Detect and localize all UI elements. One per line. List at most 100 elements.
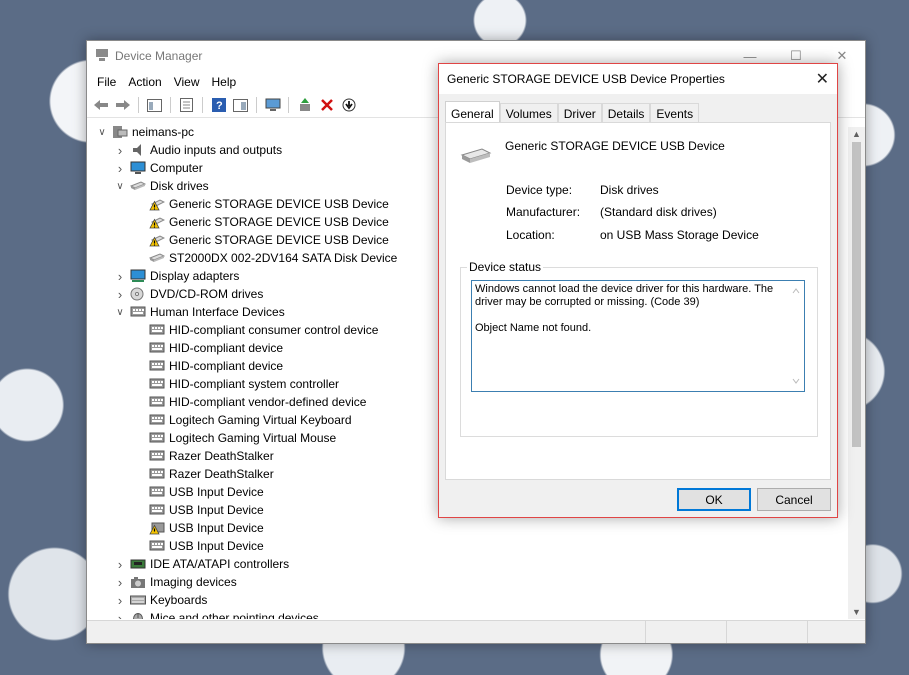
controller-icon [130, 557, 146, 571]
status-bar [87, 620, 865, 643]
device-status-group: Device status Windows cannot load the de… [460, 260, 818, 437]
tree-device[interactable]: Razer DeathStalker [145, 465, 274, 483]
scrollbar-thumb[interactable] [852, 142, 861, 447]
warning-disk-icon [149, 215, 165, 229]
chevron-right-icon[interactable]: › [114, 269, 126, 284]
chevron-right-icon[interactable]: › [114, 143, 126, 158]
tree-category[interactable]: › IDE ATA/ATAPI controllers [114, 555, 289, 573]
properties-dialog: Generic STORAGE DEVICE USB Device Proper… [438, 63, 838, 518]
display-adapter-icon [130, 269, 146, 283]
tree-item-label: Razer DeathStalker [169, 449, 274, 463]
tree-device[interactable]: Generic STORAGE DEVICE USB Device [145, 231, 389, 249]
download-icon[interactable] [339, 96, 358, 114]
cancel-button[interactable]: Cancel [757, 488, 831, 511]
tree-device[interactable]: HID-compliant device [145, 357, 283, 375]
hid-icon [149, 449, 165, 463]
svg-text:?: ? [216, 100, 223, 112]
tree-device[interactable]: USB Input Device [145, 519, 264, 537]
window-title: Device Manager [115, 49, 203, 63]
tree-device[interactable]: Generic STORAGE DEVICE USB Device [145, 213, 389, 231]
tree-device[interactable]: Logitech Gaming Virtual Keyboard [145, 411, 352, 429]
dialog-title-bar[interactable]: Generic STORAGE DEVICE USB Device Proper… [439, 64, 837, 94]
scroll-down-icon[interactable]: ▼ [848, 605, 865, 619]
device-name: Generic STORAGE DEVICE USB Device [505, 139, 725, 153]
forward-arrow-icon[interactable] [113, 96, 132, 114]
tree-category[interactable]: ∨ Disk drives [114, 177, 209, 195]
chevron-right-icon[interactable]: › [114, 161, 126, 176]
toolbar-separator [170, 97, 171, 113]
tree-device[interactable]: ST2000DX 002-2DV164 SATA Disk Device [145, 249, 397, 267]
dialog-close-icon[interactable]: ✕ [816, 69, 829, 89]
tree-item-label: IDE ATA/ATAPI controllers [150, 557, 290, 571]
tree-item-label: Display adapters [150, 269, 240, 283]
tree-item-label: Audio inputs and outputs [150, 143, 283, 157]
hid-icon [149, 377, 165, 391]
tree-item-label: ST2000DX 002-2DV164 SATA Disk Device [169, 251, 398, 265]
tree-item-label: USB Input Device [169, 539, 264, 553]
computer-icon [112, 125, 128, 139]
warning-disk-icon [149, 233, 165, 247]
tree-device[interactable]: HID-compliant consumer control device [145, 321, 378, 339]
tree-device[interactable]: USB Input Device [145, 483, 264, 501]
status-message-detail: Object Name not found. [475, 322, 592, 334]
tree-category[interactable]: › Computer [114, 159, 203, 177]
device-type-value: Disk drives [600, 183, 659, 197]
tree-category[interactable]: › Audio inputs and outputs [114, 141, 282, 159]
dvd-icon [130, 287, 146, 301]
tree-category[interactable]: › DVD/CD-ROM drives [114, 285, 264, 303]
help-icon[interactable]: ? [209, 96, 228, 114]
back-arrow-icon[interactable] [91, 96, 110, 114]
tree-category[interactable]: ∨ Human Interface Devices [114, 303, 284, 321]
ok-button[interactable]: OK [677, 488, 751, 511]
tree-device[interactable]: HID-compliant vendor-defined device [145, 393, 366, 411]
menu-file[interactable]: File [91, 75, 122, 89]
tree-category[interactable]: › Mice and other pointing devices [114, 609, 319, 619]
hid-icon [149, 395, 165, 409]
tree-device[interactable]: USB Input Device [145, 501, 264, 519]
chevron-right-icon[interactable]: › [114, 611, 126, 620]
tree-device[interactable]: HID-compliant system controller [145, 375, 339, 393]
device-status-text[interactable]: Windows cannot load the device driver fo… [471, 280, 805, 392]
hid-icon [149, 539, 165, 553]
chevron-down-icon[interactable]: ∨ [114, 307, 126, 318]
chevron-down-icon[interactable]: ∨ [114, 181, 126, 192]
location-value: on USB Mass Storage Device [600, 228, 759, 242]
show-hide-tree-icon[interactable] [145, 96, 164, 114]
tree-item-label: Disk drives [150, 179, 209, 193]
menu-action[interactable]: Action [122, 75, 167, 89]
status-scrollbar[interactable] [788, 281, 804, 391]
scan-hardware-icon[interactable] [263, 96, 282, 114]
tree-category[interactable]: › Display adapters [114, 267, 240, 285]
chevron-right-icon[interactable]: › [114, 575, 126, 590]
tree-device[interactable]: Razer DeathStalker [145, 447, 274, 465]
uninstall-icon[interactable] [317, 96, 336, 114]
tree-category[interactable]: › Imaging devices [114, 573, 237, 591]
mouse-icon [130, 611, 146, 619]
tree-device[interactable]: Generic STORAGE DEVICE USB Device [145, 195, 389, 213]
menu-help[interactable]: Help [206, 75, 243, 89]
tree-device[interactable]: USB Input Device [145, 537, 264, 555]
disk-drive-icon [460, 147, 492, 168]
chevron-down-icon[interactable]: ∨ [96, 127, 108, 138]
tree-device[interactable]: Logitech Gaming Virtual Mouse [145, 429, 336, 447]
chevron-right-icon[interactable]: › [114, 287, 126, 302]
device-type-label: Device type: [506, 183, 573, 197]
warning-hid-icon [149, 521, 165, 535]
properties-icon[interactable] [177, 96, 196, 114]
chevron-right-icon[interactable]: › [114, 557, 126, 572]
monitor-icon [130, 161, 146, 175]
action-pane-icon[interactable] [231, 96, 250, 114]
tree-item-label: Keyboards [150, 593, 208, 607]
keyboard-icon [130, 593, 146, 607]
update-driver-icon[interactable] [295, 96, 314, 114]
tree-device[interactable]: HID-compliant device [145, 339, 283, 357]
tree-item-label: DVD/CD-ROM drives [150, 287, 264, 301]
tree-item-label: HID-compliant vendor-defined device [169, 395, 367, 409]
tree-root[interactable]: ∨ neimans-pc [96, 123, 194, 141]
disk-drive-icon [149, 251, 165, 265]
scroll-up-icon[interactable]: ▲ [848, 127, 865, 141]
vertical-scrollbar[interactable]: ▲ ▼ [848, 127, 865, 619]
chevron-right-icon[interactable]: › [114, 593, 126, 608]
menu-view[interactable]: View [168, 75, 206, 89]
tree-category[interactable]: › Keyboards [114, 591, 208, 609]
